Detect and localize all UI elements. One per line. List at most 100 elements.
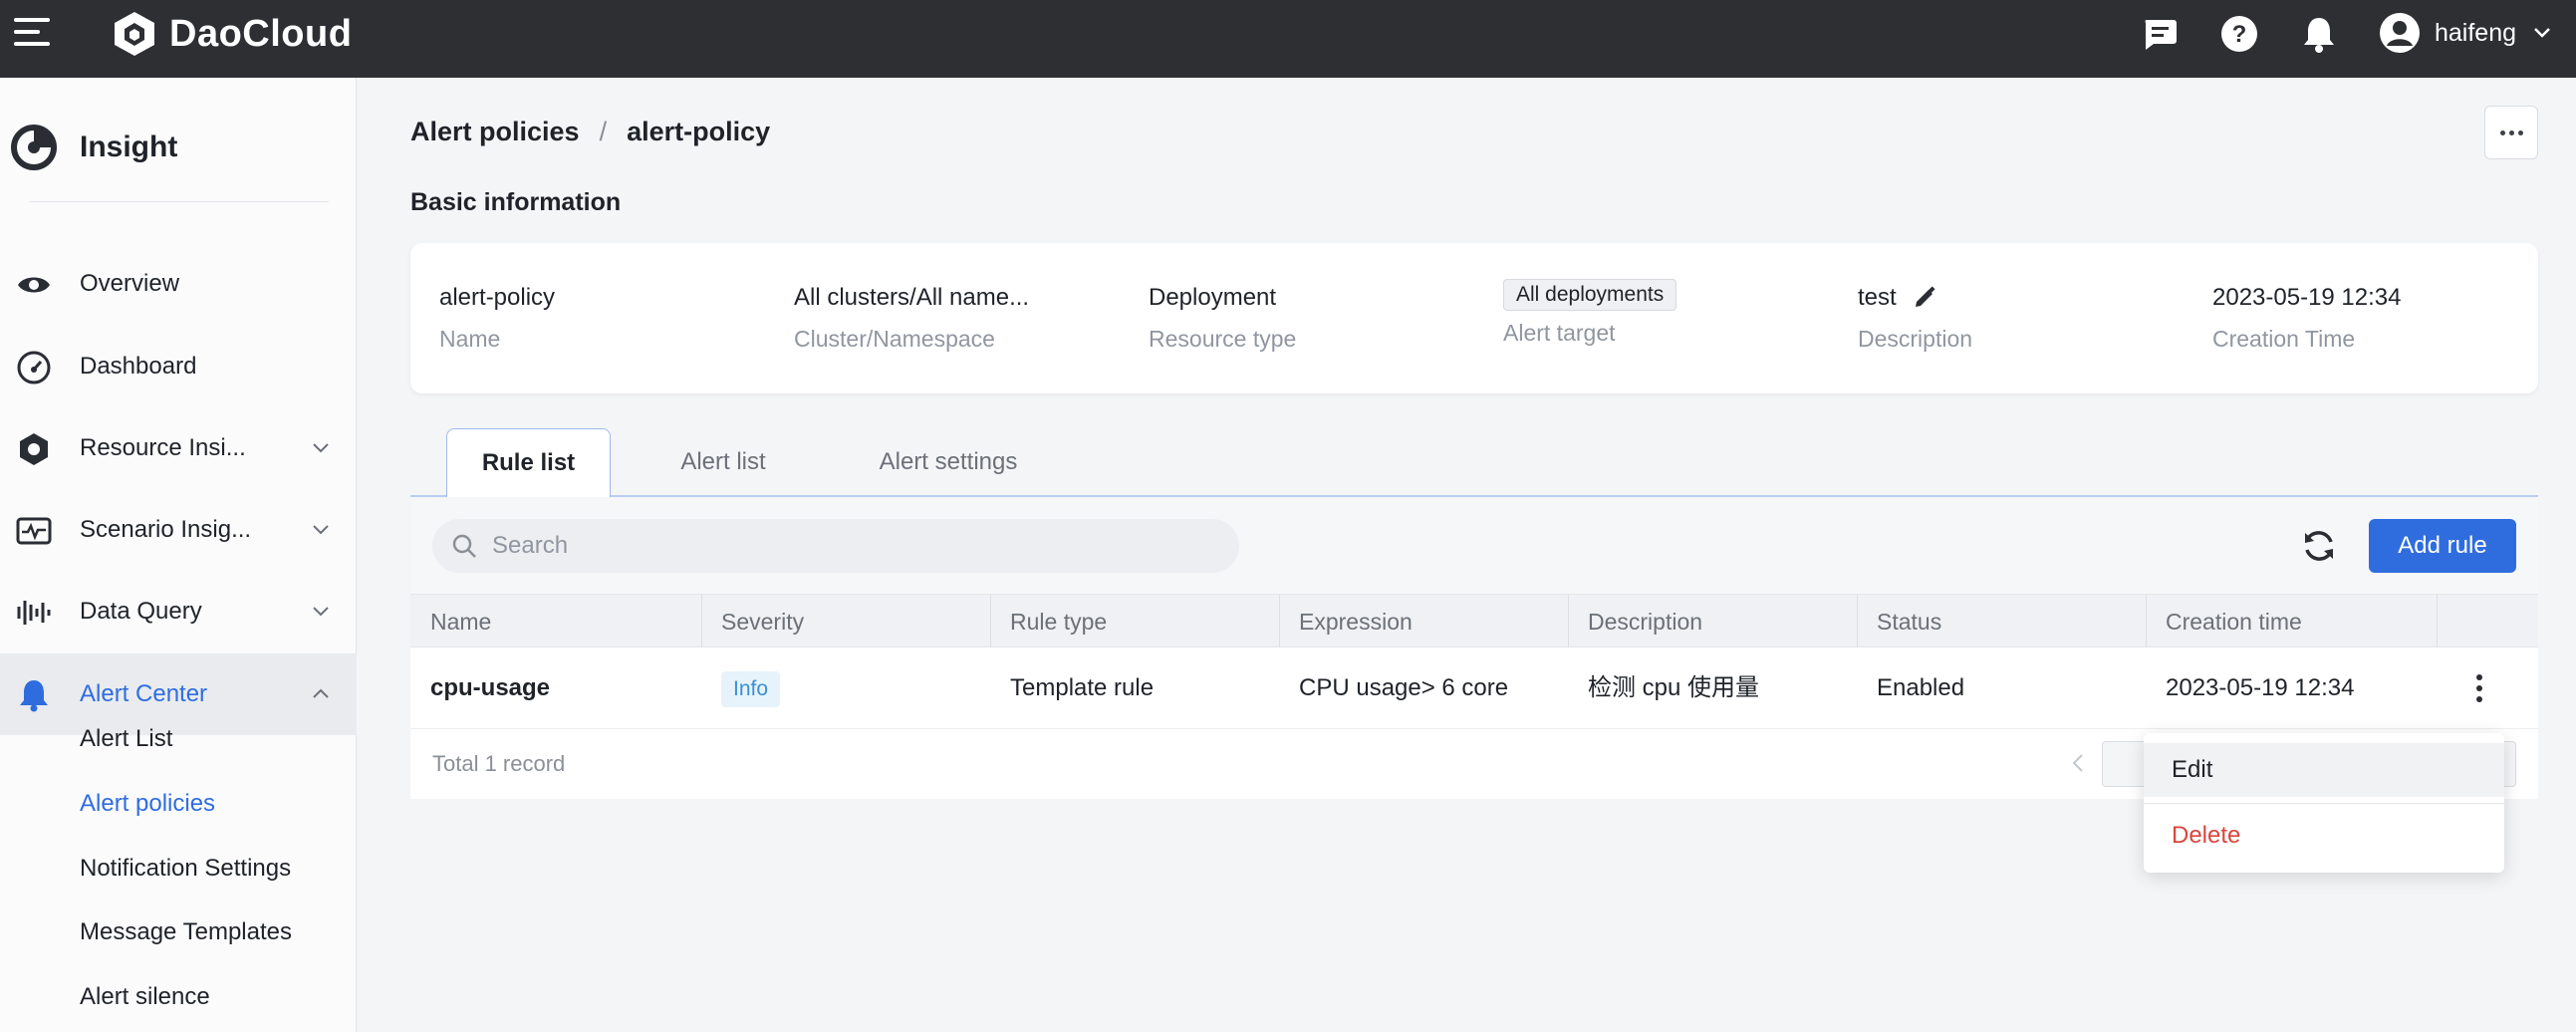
sidebar-item-label: Data Query (80, 598, 202, 625)
tab-alert-settings[interactable]: Alert settings (855, 428, 1042, 496)
svg-text:?: ? (2232, 21, 2247, 48)
table-header: Name Severity Rule type Expression Descr… (410, 594, 2538, 648)
insight-header[interactable]: Insight (10, 114, 177, 181)
column-header-rule-type[interactable]: Rule type (990, 595, 1107, 648)
sidebar-subitem-alert-silence[interactable]: Alert silence (80, 977, 210, 1017)
chevron-down-icon (313, 607, 329, 617)
chevron-up-icon (313, 688, 329, 698)
chevron-left-icon[interactable] (2068, 749, 2088, 777)
menu-divider (2144, 803, 2504, 804)
pulse-monitor-icon (16, 517, 52, 545)
gauge-icon (17, 351, 51, 385)
insight-logo-icon (11, 125, 57, 170)
sidebar-item-label: Alert Center (80, 680, 208, 707)
info-value: 2023-05-19 12:34 (2212, 284, 2402, 311)
sidebar: Insight Overview Dashboard Resource Insi… (0, 78, 357, 1032)
info-label: Name (439, 326, 501, 352)
cell-status: Enabled (1877, 674, 1965, 701)
cell-severity: Info (701, 647, 781, 729)
severity-badge: Info (721, 670, 781, 707)
info-value: Deployment (1149, 284, 1277, 311)
info-field-alert-target: All deployments Alert target (1503, 277, 1677, 349)
breadcrumb: Alert policies / alert-policy (410, 112, 770, 151)
sidebar-item-dashboard[interactable]: Dashboard (0, 326, 357, 407)
sidebar-item-resource-insight[interactable]: Resource Insi... (0, 407, 357, 489)
bell-icon (20, 680, 48, 712)
sidebar-subitem-alert-list[interactable]: Alert List (80, 719, 172, 759)
info-label: Cluster/Namespace (794, 326, 995, 352)
cell-description: 检测 cpu 使用量 (1588, 674, 1760, 701)
sidebar-subitem-alert-policies[interactable]: Alert policies (80, 784, 215, 824)
top-bar: DaoCloud ? haifeng (0, 0, 2576, 78)
waveform-icon (17, 601, 51, 625)
column-header-creation-time[interactable]: Creation time (2146, 595, 2302, 648)
column-header-expression[interactable]: Expression (1279, 595, 1413, 648)
breadcrumb-parent[interactable]: Alert policies (410, 117, 580, 147)
daocloud-logo[interactable]: DaoCloud (110, 6, 352, 62)
sidebar-item-data-query[interactable]: Data Query (0, 571, 357, 652)
row-actions-menu: Edit Delete (2144, 733, 2504, 873)
hexagon-gear-icon (20, 433, 48, 465)
info-field-creation-time: 2023-05-19 12:34 Creation Time (2212, 281, 2402, 355)
info-field-name: alert-policy Name (439, 281, 555, 355)
sidebar-subitem-notification-settings[interactable]: Notification Settings (80, 849, 291, 889)
user-name: haifeng (2435, 18, 2517, 47)
total-records: Total 1 record (432, 751, 566, 776)
sidebar-item-scenario-insight[interactable]: Scenario Insig... (0, 489, 357, 571)
info-value: All clusters/All name... (794, 284, 1030, 311)
cell-expression: CPU usage> 6 core (1299, 674, 1509, 701)
sidebar-item-alert-center[interactable]: Alert Center (0, 653, 357, 735)
cell-name[interactable]: cpu-usage (410, 647, 550, 729)
ellipsis-icon (2499, 129, 2505, 135)
menu-item-edit[interactable]: Edit (2144, 743, 2504, 797)
info-label: Creation Time (2212, 326, 2356, 352)
tab-alert-list[interactable]: Alert list (647, 428, 799, 496)
info-label: Alert target (1503, 320, 1616, 346)
user-menu[interactable]: haifeng (2379, 10, 2552, 56)
breadcrumb-separator: / (599, 116, 608, 146)
sidebar-item-label: Overview (80, 270, 180, 297)
info-value: test (1858, 284, 1897, 311)
sidebar-subitem-message-templates[interactable]: Message Templates (80, 912, 292, 952)
refresh-icon[interactable] (2297, 524, 2341, 568)
chevron-down-icon (313, 525, 329, 535)
menu-icon[interactable] (14, 18, 50, 46)
column-header-name[interactable]: Name (410, 595, 491, 648)
eye-icon (18, 277, 50, 293)
basic-info-card: alert-policy Name All clusters/All name.… (410, 243, 2538, 393)
sidebar-item-overview[interactable]: Overview (0, 243, 357, 325)
insight-title: Insight (80, 130, 178, 163)
tab-rule-list[interactable]: Rule list (446, 428, 611, 497)
chevron-down-icon (313, 443, 329, 453)
column-header-severity[interactable]: Severity (701, 595, 804, 648)
chevron-down-icon (2534, 28, 2550, 38)
search-input[interactable]: Search (432, 519, 1239, 573)
info-label: Description (1858, 326, 1973, 352)
pencil-edit-icon[interactable] (1913, 286, 1936, 310)
sidebar-item-label: Scenario Insig... (80, 516, 252, 543)
table-row[interactable]: cpu-usage Info Template rule CPU usage> … (410, 647, 2538, 729)
sidebar-divider (30, 201, 329, 202)
help-icon[interactable]: ? (2219, 14, 2259, 54)
column-header-description[interactable]: Description (1568, 595, 1702, 648)
info-field-description: test Description (1858, 281, 1972, 355)
more-actions-button[interactable] (2484, 106, 2538, 159)
search-placeholder: Search (492, 532, 569, 559)
add-rule-button[interactable]: Add rule (2369, 519, 2516, 573)
bell-icon[interactable] (2299, 14, 2339, 54)
avatar-icon (2380, 13, 2420, 53)
section-title: Basic information (410, 188, 622, 216)
info-field-cluster: All clusters/All name... Cluster/Namespa… (794, 281, 1029, 355)
message-icon[interactable] (2140, 14, 2180, 54)
menu-item-delete[interactable]: Delete (2144, 809, 2504, 863)
sidebar-item-label: Resource Insi... (80, 434, 246, 461)
info-value: alert-policy (439, 284, 556, 311)
info-label: Resource type (1149, 326, 1297, 352)
sidebar-item-label: Dashboard (80, 353, 197, 380)
cell-creation-time: 2023-05-19 12:34 (2166, 674, 2355, 701)
alert-target-tag: All deployments (1503, 279, 1677, 311)
row-actions-kebab-icon[interactable] (2474, 674, 2484, 704)
cube-logo-icon (115, 12, 154, 56)
breadcrumb-current: alert-policy (627, 116, 771, 146)
column-header-status[interactable]: Status (1857, 595, 1941, 648)
